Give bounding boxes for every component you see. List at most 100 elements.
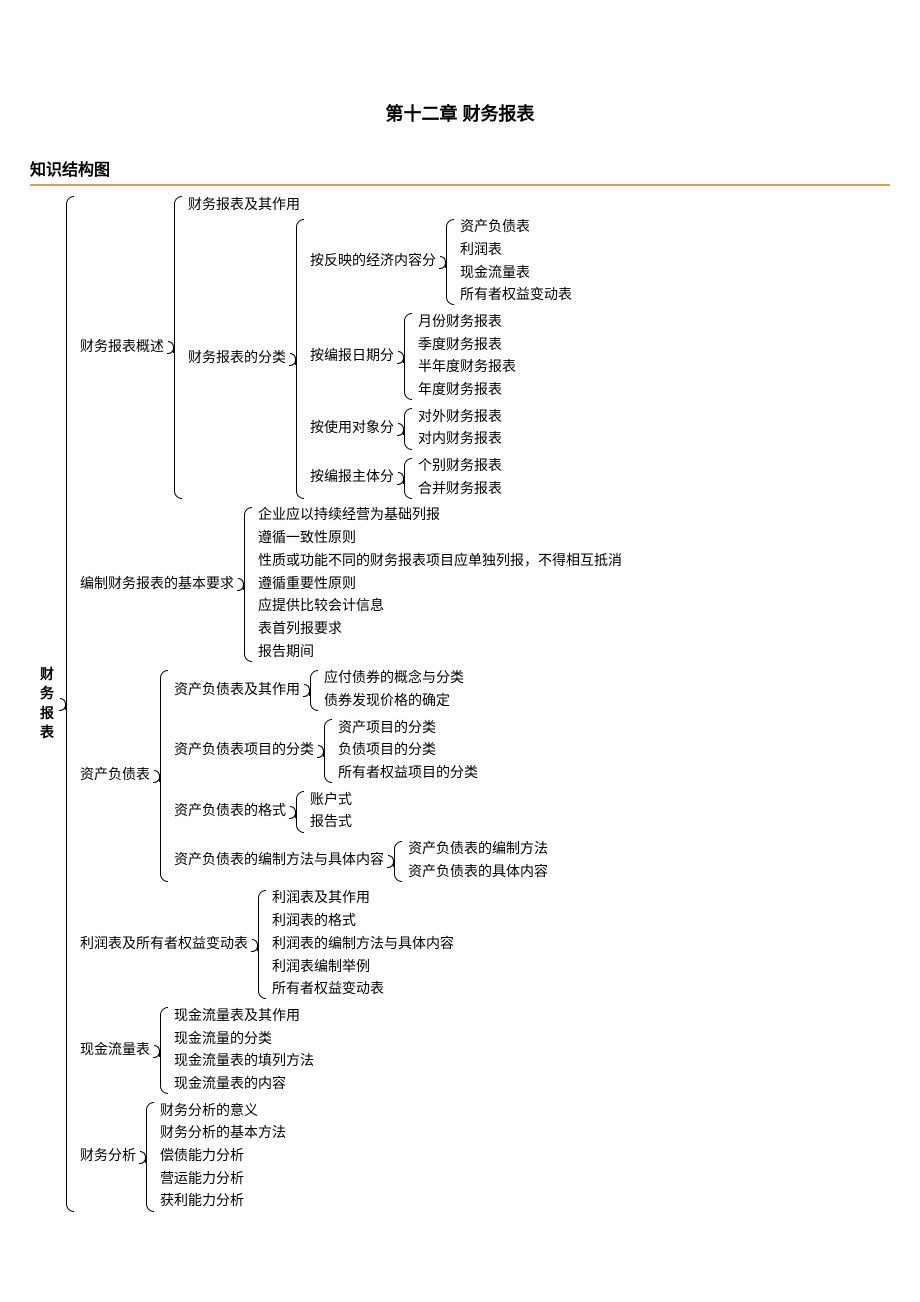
leaf: 现金流量表及其作用 <box>174 1005 314 1028</box>
leaf: 遵循重要性原则 <box>258 573 622 596</box>
children: 财务报表概述财务报表及其作用财务报表的分类按反映的经济内容分资产负债表利润表现金… <box>80 194 622 1214</box>
leaf: 利润表的格式 <box>272 911 454 934</box>
tree-node: 资产负债表资产负债表及其作用应付债券的概念与分类债券发现价格的确定资产负债表项目… <box>80 668 622 884</box>
node-label: 资产负债表及其作用 <box>174 680 302 702</box>
tree-node: 财务报表概述财务报表及其作用财务报表的分类按反映的经济内容分资产负债表利润表现金… <box>80 194 622 501</box>
node-label: 财务报表的分类 <box>188 348 288 370</box>
children: 对外财务报表对内财务报表 <box>418 406 502 451</box>
brace-icon <box>388 841 402 882</box>
leaf: 对外财务报表 <box>418 406 502 429</box>
leaf: 所有者权益变动表 <box>460 285 572 308</box>
leaf: 获利能力分析 <box>160 1191 286 1214</box>
children: 月份财务报表季度财务报表半年度财务报表年度财务报表 <box>418 311 516 402</box>
brace-icon <box>154 1007 168 1094</box>
leaf: 性质或功能不同的财务报表项目应单独列报，不得相互抵消 <box>258 550 622 573</box>
tree-node: 资产负债表项目的分类资产项目的分类负债项目的分类所有者权益项目的分类 <box>174 717 548 785</box>
children: 利润表及其作用利润表的格式利润表的编制方法与具体内容利润表编制举例所有者权益变动… <box>272 888 454 1001</box>
children: 财务报表及其作用财务报表的分类按反映的经济内容分资产负债表利润表现金流量表所有者… <box>188 194 572 501</box>
node-label: 按反映的经济内容分 <box>310 251 438 273</box>
tree-node: 资产负债表及其作用应付债券的概念与分类债券发现价格的确定 <box>174 668 548 713</box>
leaf: 财务报表及其作用 <box>188 194 572 217</box>
children: 企业应以持续经营为基础列报遵循一致性原则性质或功能不同的财务报表项目应单独列报，… <box>258 505 622 664</box>
node-label: 财务分析 <box>80 1146 138 1168</box>
node-label: 资产负债表的编制方法与具体内容 <box>174 850 386 872</box>
leaf: 半年度财务报表 <box>418 357 516 380</box>
children: 按反映的经济内容分资产负债表利润表现金流量表所有者权益变动表按编报日期分月份财务… <box>310 217 572 501</box>
leaf: 应付债券的概念与分类 <box>324 668 464 691</box>
brace-icon <box>398 458 412 499</box>
tree-node: 编制财务报表的基本要求企业应以持续经营为基础列报遵循一致性原则性质或功能不同的财… <box>80 505 622 664</box>
leaf: 利润表的编制方法与具体内容 <box>272 933 454 956</box>
leaf: 资产负债表的具体内容 <box>408 861 548 884</box>
brace-icon <box>140 1102 154 1211</box>
leaf: 偿债能力分析 <box>160 1146 286 1169</box>
children: 账户式报告式 <box>310 789 352 834</box>
brace-icon <box>290 219 304 499</box>
tree-node: 财务报表财务报表概述财务报表及其作用财务报表的分类按反映的经济内容分资产负债表利… <box>40 194 890 1214</box>
brace-icon <box>318 719 332 783</box>
leaf: 合并财务报表 <box>418 478 502 501</box>
leaf: 季度财务报表 <box>418 334 516 357</box>
node-label: 现金流量表 <box>80 1040 152 1062</box>
node-label: 资产负债表 <box>80 765 152 787</box>
brace-icon <box>398 313 412 400</box>
leaf: 利润表编制举例 <box>272 956 454 979</box>
node-label: 按编报日期分 <box>310 346 396 368</box>
knowledge-structure-diagram: 财务报表财务报表概述财务报表及其作用财务报表的分类按反映的经济内容分资产负债表利… <box>30 194 890 1214</box>
leaf: 现金流量表的内容 <box>174 1073 314 1096</box>
node-label: 按使用对象分 <box>310 418 396 440</box>
tree-node: 按反映的经济内容分资产负债表利润表现金流量表所有者权益变动表 <box>310 217 572 308</box>
leaf: 个别财务报表 <box>418 456 502 479</box>
leaf: 月份财务报表 <box>418 311 516 334</box>
children: 资产项目的分类负债项目的分类所有者权益项目的分类 <box>338 717 478 785</box>
children: 资产负债表及其作用应付债券的概念与分类债券发现价格的确定资产负债表项目的分类资产… <box>174 668 548 884</box>
tree-node: 财务分析 财务分析的意义财务分析的基本方法偿债能力分析营运能力分析获利能力分析 <box>80 1100 622 1213</box>
tree-node: 按编报主体分个别财务报表合并财务报表 <box>310 456 572 501</box>
tree-node: 资产负债表的编制方法与具体内容资产负债表的编制方法资产负债表的具体内容 <box>174 839 548 884</box>
leaf: 现金流量的分类 <box>174 1028 314 1051</box>
brace-icon <box>252 890 266 999</box>
leaf: 报告期间 <box>258 641 622 664</box>
leaf: 所有者权益项目的分类 <box>338 763 478 786</box>
brace-icon <box>290 791 304 832</box>
children: 资产负债表的编制方法资产负债表的具体内容 <box>408 839 548 884</box>
leaf: 利润表及其作用 <box>272 888 454 911</box>
leaf: 利润表 <box>460 239 572 262</box>
leaf: 现金流量表的填列方法 <box>174 1051 314 1074</box>
root-label: 财务报表 <box>40 665 58 743</box>
brace-icon <box>238 507 252 662</box>
node-label: 编制财务报表的基本要求 <box>80 574 236 596</box>
brace-icon <box>168 196 182 499</box>
node-label: 财务报表概述 <box>80 337 166 359</box>
leaf: 表首列报要求 <box>258 618 622 641</box>
leaf: 资产负债表 <box>460 217 572 240</box>
tree-node: 现金流量表现金流量表及其作用现金流量的分类现金流量表的填列方法现金流量表的内容 <box>80 1005 622 1096</box>
leaf: 报告式 <box>310 812 352 835</box>
leaf: 年度财务报表 <box>418 380 516 403</box>
leaf: 财务分析的基本方法 <box>160 1123 286 1146</box>
children: 资产负债表利润表现金流量表所有者权益变动表 <box>460 217 572 308</box>
brace-icon <box>304 670 318 711</box>
leaf: 遵循一致性原则 <box>258 528 622 551</box>
node-label: 利润表及所有者权益变动表 <box>80 934 250 956</box>
leaf: 债券发现价格的确定 <box>324 690 464 713</box>
leaf: 财务分析的意义 <box>160 1100 286 1123</box>
leaf: 营运能力分析 <box>160 1168 286 1191</box>
children: 个别财务报表合并财务报表 <box>418 456 502 501</box>
leaf: 资产项目的分类 <box>338 717 478 740</box>
children: 现金流量表及其作用现金流量的分类现金流量表的填列方法现金流量表的内容 <box>174 1005 314 1096</box>
brace-icon <box>60 196 74 1212</box>
leaf: 资产负债表的编制方法 <box>408 839 548 862</box>
leaf: 对内财务报表 <box>418 429 502 452</box>
node-label: 资产负债表项目的分类 <box>174 740 316 762</box>
node-label: 资产负债表的格式 <box>174 801 288 823</box>
section-title: 知识结构图 <box>30 156 890 186</box>
leaf: 企业应以持续经营为基础列报 <box>258 505 622 528</box>
brace-icon <box>440 219 454 306</box>
page-title: 第十二章 财务报表 <box>30 100 890 126</box>
leaf: 负债项目的分类 <box>338 740 478 763</box>
leaf: 账户式 <box>310 789 352 812</box>
tree-node: 利润表及所有者权益变动表利润表及其作用利润表的格式利润表的编制方法与具体内容利润… <box>80 888 622 1001</box>
leaf: 现金流量表 <box>460 262 572 285</box>
leaf: 应提供比较会计信息 <box>258 596 622 619</box>
